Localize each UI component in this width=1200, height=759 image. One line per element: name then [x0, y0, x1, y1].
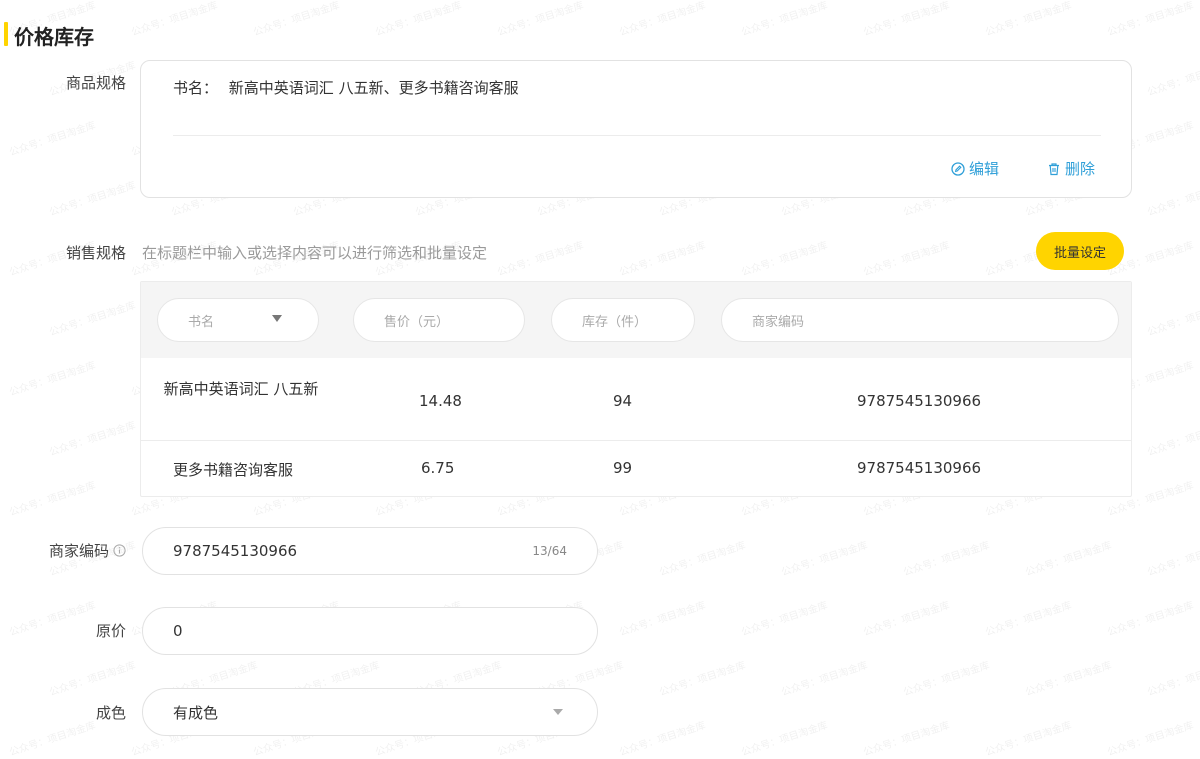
- filter-code-label: 商家编码: [752, 314, 805, 330]
- filter-price-input[interactable]: 售价（元）: [353, 298, 525, 342]
- watermark-text: 公众号：项目淘金库: [779, 660, 869, 699]
- merchant-code-counter: 13/64: [532, 544, 567, 558]
- watermark-text: 公众号：项目淘金库: [1105, 600, 1195, 639]
- watermark-text: 公众号：项目淘金库: [739, 720, 829, 759]
- original-price-value: 0: [173, 622, 183, 640]
- original-price-input[interactable]: 0: [142, 607, 598, 655]
- watermark-text: 公众号：项目淘金库: [983, 0, 1073, 39]
- delete-button[interactable]: 删除: [1047, 158, 1095, 179]
- watermark-text: 公众号：项目淘金库: [47, 180, 137, 219]
- watermark-text: 公众号：项目淘金库: [1105, 720, 1195, 759]
- trash-icon: [1049, 162, 1059, 175]
- spec-card: 书名： 新高中英语词汇 八五新、更多书籍咨询客服 编辑 删除: [140, 60, 1132, 198]
- watermark-text: 公众号：项目淘金库: [1145, 420, 1200, 459]
- merchant-code-input[interactable]: 9787545130966 13/64: [142, 527, 598, 575]
- watermark-text: 公众号：项目淘金库: [861, 240, 951, 279]
- filter-stock-label: 库存（件）: [582, 314, 648, 330]
- watermark-text: 公众号：项目淘金库: [617, 240, 707, 279]
- sales-table: 书名 售价（元） 库存（件） 商家编码 新高中英语词汇 八五新 14.48 94…: [140, 281, 1132, 497]
- row-name: 更多书籍咨询客服: [173, 461, 294, 479]
- row-stock: 94: [613, 392, 633, 410]
- watermark-text: 公众号：项目淘金库: [901, 540, 991, 579]
- spec-divider: [173, 135, 1101, 136]
- info-icon[interactable]: [113, 544, 126, 557]
- watermark-text: 公众号：项目淘金库: [47, 660, 137, 699]
- watermark-text: 公众号：项目淘金库: [1145, 180, 1200, 219]
- watermark-text: 公众号：项目淘金库: [983, 600, 1073, 639]
- row-price: 6.75: [421, 459, 455, 477]
- watermark-text: 公众号：项目淘金库: [617, 0, 707, 39]
- watermark-text: 公众号：项目淘金库: [1145, 60, 1200, 99]
- spec-line: 书名： 新高中英语词汇 八五新、更多书籍咨询客服: [173, 77, 519, 98]
- spec-line-value: 新高中英语词汇 八五新、更多书籍咨询客服: [228, 79, 519, 97]
- filter-price-label: 售价（元）: [384, 314, 450, 330]
- watermark-text: 公众号：项目淘金库: [251, 0, 341, 39]
- watermark-text: 公众号：项目淘金库: [739, 600, 829, 639]
- filter-title-label: 书名: [188, 314, 215, 330]
- condition-select[interactable]: 有成色: [142, 688, 598, 736]
- row-stock: 99: [613, 459, 633, 477]
- filter-stock-input[interactable]: 库存（件）: [551, 298, 695, 342]
- filter-code-input[interactable]: 商家编码: [721, 298, 1119, 342]
- watermark-text: 公众号：项目淘金库: [1023, 660, 1113, 699]
- watermark-text: 公众号：项目淘金库: [901, 660, 991, 699]
- watermark-text: 公众号：项目淘金库: [617, 600, 707, 639]
- watermark-text: 公众号：项目淘金库: [861, 0, 951, 39]
- sales-label: 销售规格: [65, 244, 126, 262]
- watermark-text: 公众号：项目淘金库: [47, 420, 137, 459]
- watermark-text: 公众号：项目淘金库: [739, 240, 829, 279]
- delete-label: 删除: [1065, 160, 1096, 178]
- chevron-down-icon: [272, 315, 282, 322]
- edit-icon: [951, 161, 965, 176]
- watermark-text: 公众号：项目淘金库: [617, 720, 707, 759]
- spec-line-prefix: 书名：: [173, 79, 219, 97]
- watermark-text: 公众号：项目淘金库: [1145, 540, 1200, 579]
- spec-label: 商品规格: [65, 74, 126, 92]
- batch-set-button[interactable]: 批量设定: [1036, 232, 1124, 270]
- watermark-text: 公众号：项目淘金库: [779, 540, 869, 579]
- watermark-text: 公众号：项目淘金库: [1145, 660, 1200, 699]
- merchant-code-label: 商家编码: [48, 542, 109, 560]
- condition-value: 有成色: [173, 703, 219, 722]
- watermark-text: 公众号：项目淘金库: [1105, 0, 1195, 39]
- watermark-text: 公众号：项目淘金库: [47, 300, 137, 339]
- watermark-text: 公众号：项目淘金库: [373, 0, 463, 39]
- watermark-text: 公众号：项目淘金库: [495, 240, 585, 279]
- sales-hint: 在标题栏中输入或选择内容可以进行筛选和批量设定: [142, 244, 488, 262]
- edit-button[interactable]: 编辑: [951, 158, 999, 179]
- original-price-label: 原价: [95, 622, 126, 640]
- row-code: 9787545130966: [857, 459, 982, 477]
- watermark-text: 公众号：项目淘金库: [861, 720, 951, 759]
- watermark-text: 公众号：项目淘金库: [739, 0, 829, 39]
- row-code: 9787545130966: [857, 392, 982, 410]
- condition-label: 成色: [95, 704, 126, 722]
- row-price: 14.48: [419, 392, 462, 410]
- watermark-text: 公众号：项目淘金库: [983, 720, 1073, 759]
- watermark-text: 公众号：项目淘金库: [7, 120, 97, 159]
- watermark-text: 公众号：项目淘金库: [1145, 300, 1200, 339]
- row-divider: [141, 440, 1131, 441]
- watermark-text: 公众号：项目淘金库: [7, 360, 97, 399]
- watermark-text: 公众号：项目淘金库: [861, 600, 951, 639]
- watermark-text: 公众号：项目淘金库: [7, 480, 97, 519]
- watermark-text: 公众号：项目淘金库: [495, 0, 585, 39]
- row-name: 新高中英语词汇 八五新: [163, 380, 319, 398]
- edit-label: 编辑: [969, 160, 1000, 178]
- chevron-down-icon: [553, 709, 563, 715]
- merchant-code-row-label: 商家编码: [0, 540, 126, 561]
- watermark-text: 公众号：项目淘金库: [1023, 540, 1113, 579]
- watermark-text: 公众号：项目淘金库: [129, 0, 219, 39]
- watermark-text: 公众号：项目淘金库: [657, 660, 747, 699]
- watermark-text: 公众号：项目淘金库: [657, 540, 747, 579]
- merchant-code-value: 9787545130966: [173, 542, 298, 560]
- section-title: 价格库存: [14, 25, 94, 49]
- section-accent-bar: [4, 22, 8, 46]
- filter-title-select[interactable]: 书名: [157, 298, 319, 342]
